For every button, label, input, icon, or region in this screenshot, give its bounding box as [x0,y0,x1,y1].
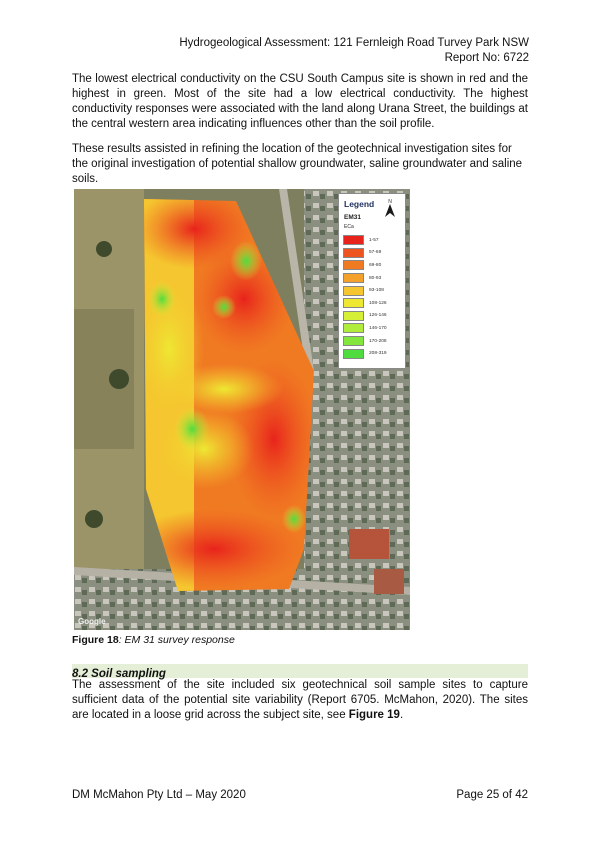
header-report-number: Report No: 6722 [444,52,529,64]
caption-label: Figure 18 [72,634,119,646]
soil-sampling-paragraph: The assessment of the site included six … [72,678,528,723]
legend-title: Legend [344,199,375,209]
legend-swatch [343,323,364,334]
legend-item: 208-319 [343,347,387,360]
legend-unit: ECa [344,224,354,230]
legend-range-label: 69-80 [369,262,382,268]
em31-survey-map: Legend N EM31 ECa 1-57 57-69 69-80 80-93 93-… [74,189,410,630]
legend-swatch [343,336,364,347]
legend-swatch [343,298,364,309]
legend-range-label: 146-170 [369,325,387,331]
legend-swatch [343,260,364,271]
svg-text:N: N [388,199,392,205]
legend-item: 80-93 [343,272,387,285]
footer-company: DM McMahon Pty Ltd – May 2020 [72,789,246,801]
caption-text: : EM 31 survey response [118,634,235,646]
legend-range-label: 57-69 [369,250,382,256]
header-title: Hydrogeological Assessment: 121 Fernleig… [179,37,529,49]
paragraph-end: . [399,709,404,721]
page-footer: DM McMahon Pty Ltd – May 2020 Page 25 of… [72,789,528,801]
legend-item: 126-146 [343,310,387,323]
results-paragraph: These results assisted in refining the l… [72,143,523,185]
legend-range-label: 108-126 [369,300,387,306]
north-arrow-icon: N [383,198,397,218]
legend-item: 170-208 [343,335,387,348]
map-watermark: Google [78,617,106,626]
legend-item: 108-126 [343,297,387,310]
legend-swatch [343,348,364,359]
footer-page-number: Page 25 of 42 [456,789,528,801]
legend-range-label: 170-208 [369,338,387,344]
figure-caption: Figure 18: EM 31 survey response [72,634,235,646]
intro-paragraph: The lowest electrical conductivity on th… [72,73,528,130]
legend-swatch [343,247,364,258]
legend-layer-name: EM31 [344,214,361,221]
legend-item: 57-69 [343,247,387,260]
legend-item: 1-57 [343,234,387,247]
legend-swatch [343,235,364,246]
legend-range-label: 93-108 [369,288,384,294]
legend-items: 1-57 57-69 69-80 80-93 93-108 108-126 126-146 1… [343,234,387,360]
page-header: Hydrogeological Assessment: 121 Fernleig… [179,36,529,66]
legend-range-label: 1-57 [369,237,379,243]
figure-reference: Figure 19 [348,709,400,721]
legend-range-label: 80-93 [369,275,382,281]
map-legend: Legend N EM31 ECa 1-57 57-69 69-80 80-93 93-… [338,193,406,369]
legend-range-label: 126-146 [369,313,387,319]
section-heading-bar: 8.2 Soil sampling [72,664,528,680]
legend-swatch [343,273,364,284]
soil-sampling-text: The assessment of the site included six … [72,679,528,721]
legend-item: 69-80 [343,259,387,272]
legend-swatch [343,310,364,321]
legend-swatch [343,285,364,296]
legend-item: 93-108 [343,284,387,297]
legend-range-label: 208-319 [369,351,387,357]
legend-item: 146-170 [343,322,387,335]
